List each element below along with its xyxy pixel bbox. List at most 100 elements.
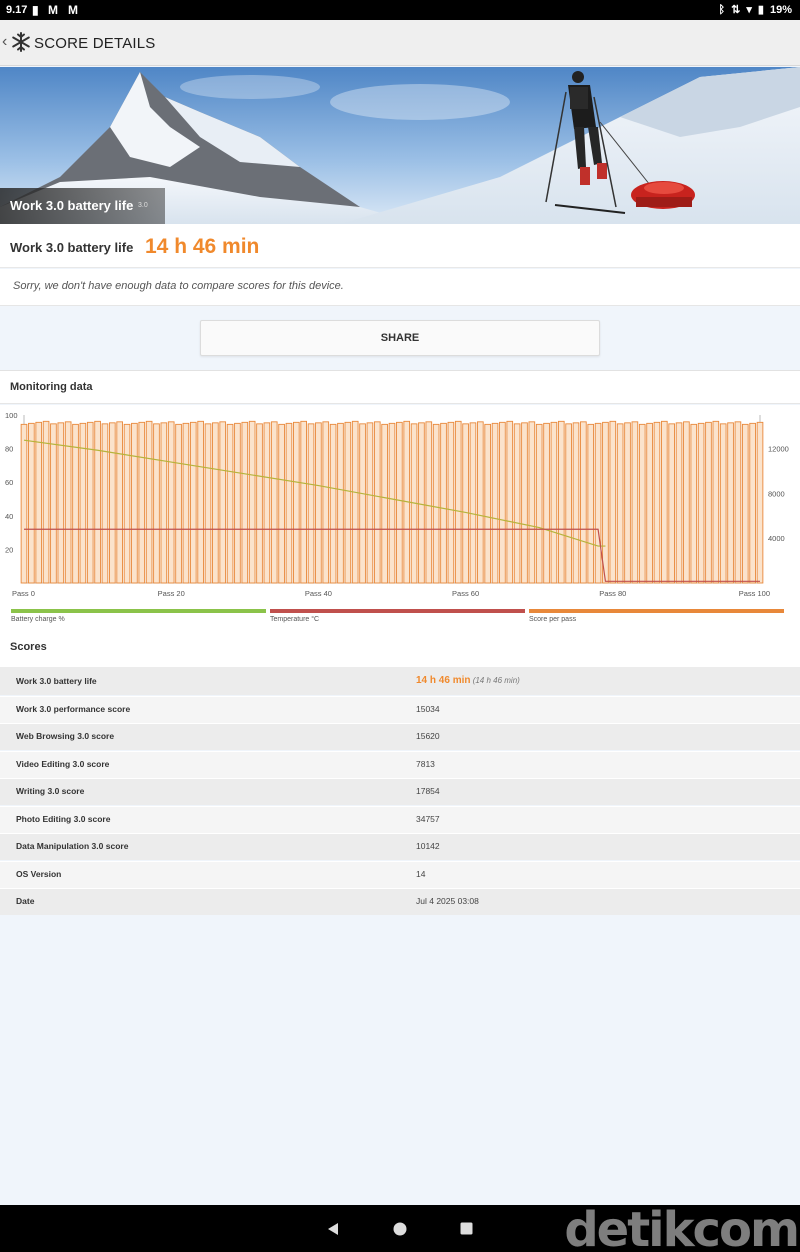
- score-bar: [616, 423, 624, 584]
- scores-header: Scores: [0, 628, 800, 666]
- score-bar: [646, 422, 653, 584]
- share-button-label: SHARE: [380, 332, 420, 344]
- score-bar: [300, 420, 308, 584]
- score-row: Writing 3.0 score 17854: [0, 778, 800, 805]
- score-row: Web Browsing 3.0 score 15620: [0, 723, 800, 750]
- left-tick-label: 80: [5, 445, 13, 454]
- score-row: Photo Editing 3.0 score 34757: [0, 806, 800, 833]
- score-bar: [609, 420, 617, 584]
- score-bar: [602, 421, 609, 584]
- data-arrows-icon: ⇅: [731, 4, 741, 16]
- score-bar: [167, 421, 175, 584]
- score-bar: [42, 420, 50, 584]
- x-tick-label: Pass 20: [158, 589, 185, 598]
- left-tick-label: 40: [5, 512, 13, 521]
- compare-note-text: Sorry, we don't have enough data to comp…: [13, 280, 344, 292]
- score-bar: [587, 423, 595, 584]
- score-bar: [462, 423, 469, 584]
- legend-score: Score per pass: [529, 609, 784, 623]
- gmail-icon: M: [48, 3, 58, 17]
- score-bar: [366, 422, 374, 584]
- legend-battery-label: Battery charge %: [11, 616, 65, 623]
- score-bar: [72, 423, 79, 584]
- back-arrow-icon[interactable]: ‹: [2, 33, 7, 51]
- score-bar: [292, 421, 300, 584]
- legend-temperature-swatch: [270, 609, 525, 613]
- score-bar: [322, 421, 330, 584]
- score-bar: [712, 420, 720, 584]
- score-bar: [307, 423, 315, 584]
- battery-alert-icon: ▮: [32, 3, 39, 17]
- left-tick-label: 20: [5, 545, 13, 554]
- result-name: Work 3.0 battery life: [10, 240, 134, 255]
- score-row: Work 3.0 battery life 14 h 46 min (14 h 4…: [0, 666, 800, 695]
- score-bar: [20, 423, 28, 584]
- score-bar: [270, 421, 278, 584]
- legend-score-swatch: [529, 609, 784, 613]
- score-bar: [719, 423, 727, 584]
- score-bar: [418, 422, 425, 584]
- score-bar: [734, 421, 742, 584]
- score-bar: [741, 423, 749, 584]
- score-bar: [683, 421, 690, 584]
- score-row-value: Jul 4 2025 03:08: [416, 896, 479, 906]
- score-bar: [373, 421, 381, 584]
- snowflake-logo-icon[interactable]: [11, 32, 31, 52]
- score-bar: [256, 423, 263, 584]
- hero-label: Work 3.0 battery life 3.0: [0, 188, 165, 224]
- score-bar: [668, 423, 676, 584]
- score-bar: [521, 422, 528, 584]
- score-bar: [197, 420, 204, 584]
- score-bar: [226, 423, 234, 584]
- score-bar: [749, 422, 756, 584]
- score-bar: [344, 421, 352, 584]
- score-bar: [727, 422, 734, 584]
- left-tick-label: 100: [5, 411, 18, 420]
- score-row-label: Work 3.0 performance score: [16, 704, 131, 714]
- score-bar: [153, 423, 160, 584]
- score-bar: [557, 420, 565, 584]
- app-bar: ‹ SCORE DETAILS: [0, 20, 800, 66]
- score-row-value: 34757: [416, 814, 440, 824]
- score-row-value: 7813: [416, 759, 435, 769]
- back-nav-icon[interactable]: [326, 1222, 340, 1236]
- score-bar: [653, 421, 661, 584]
- score-bar: [756, 421, 764, 584]
- result-card: Work 3.0 battery life 14 h 46 min: [0, 224, 800, 268]
- gmail-icon-2: M: [68, 3, 78, 17]
- score-row: Video Editing 3.0 score 7813: [0, 751, 800, 778]
- score-bar: [234, 422, 241, 584]
- score-bar: [101, 423, 109, 584]
- share-button[interactable]: SHARE: [200, 320, 600, 356]
- legend-battery-swatch: [11, 609, 266, 613]
- score-row: Work 3.0 performance score 15034: [0, 696, 800, 723]
- monitoring-chart: 100 80 60 40 20 12000 8000 4000 Pass 0 Pass 20 Pas…: [0, 405, 800, 628]
- score-bar: [86, 421, 94, 584]
- battery-icon: ▮: [757, 4, 764, 16]
- hero-version: 3.0: [138, 202, 148, 209]
- score-bar: [476, 421, 484, 584]
- score-bar: [528, 421, 536, 584]
- score-row-subvalue: (14 h 46 min): [470, 676, 520, 685]
- score-bar: [160, 422, 168, 584]
- score-bar: [469, 422, 477, 584]
- score-bar: [123, 423, 131, 584]
- home-nav-icon[interactable]: [393, 1222, 407, 1236]
- score-bar: [638, 423, 646, 584]
- legend-temperature: Temperature °C: [270, 609, 525, 623]
- x-tick-label: Pass 60: [452, 589, 479, 598]
- right-tick-label: 12000: [768, 445, 789, 454]
- right-tick-label: 8000: [768, 489, 785, 498]
- legend-temperature-label: Temperature °C: [270, 616, 320, 623]
- score-bar: [381, 423, 388, 584]
- score-row-value: 17854: [416, 786, 440, 796]
- score-bar: [108, 422, 116, 584]
- score-row-label: Date: [16, 896, 35, 906]
- recents-nav-icon[interactable]: [460, 1222, 473, 1235]
- score-row-value: 14 h 46 min (14 h 46 min): [416, 675, 520, 686]
- score-bar: [631, 421, 639, 584]
- score-bar: [660, 420, 668, 584]
- score-row-value: 15034: [416, 704, 440, 714]
- score-bar: [248, 420, 256, 584]
- score-bar: [285, 422, 293, 584]
